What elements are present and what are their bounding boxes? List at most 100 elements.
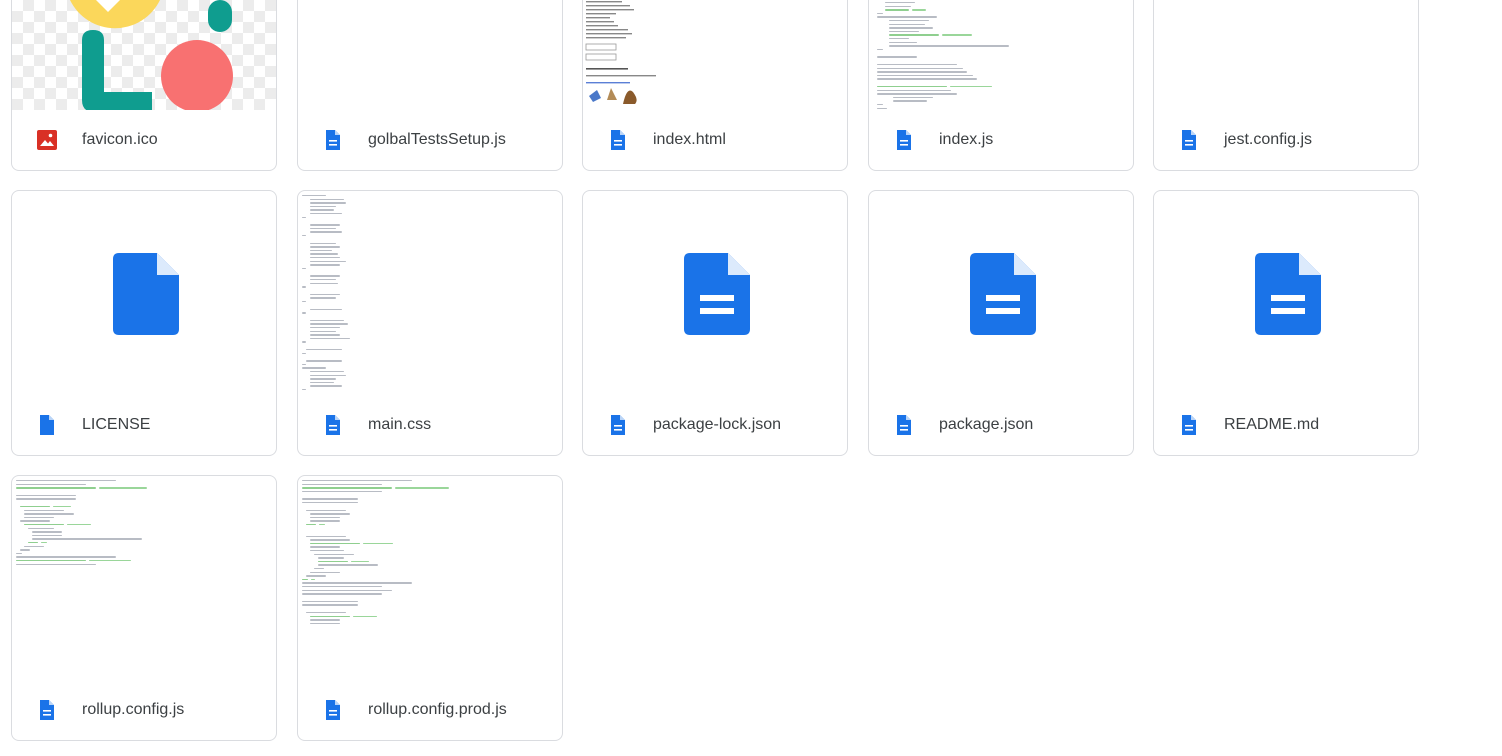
code-line (310, 323, 348, 325)
document-icon (611, 415, 625, 435)
code-line (310, 385, 342, 387)
file-name: LICENSE (82, 416, 151, 433)
code-line (302, 490, 382, 493)
code-line (16, 494, 76, 497)
file-card-readme[interactable]: README.md (1153, 190, 1419, 456)
document-icon (1182, 415, 1196, 435)
code-line (310, 293, 340, 296)
file-card-favicon[interactable]: favicon.ico (11, 0, 277, 171)
code-line-string (53, 506, 71, 508)
file-card-package-json[interactable]: package.json (868, 190, 1134, 456)
code-line (310, 622, 340, 625)
file-card-rollup-config[interactable]: rollup.config.js (11, 475, 277, 741)
file-card-package-lock[interactable]: package-lock.json (582, 190, 848, 456)
code-line (877, 48, 883, 51)
code-line (302, 578, 308, 581)
code-line (302, 502, 358, 504)
file-card-golbaltestssetup[interactable]: golbalTestsSetup.js (297, 0, 563, 171)
code-line (310, 264, 340, 266)
code-line (302, 267, 306, 270)
code-line (302, 367, 326, 369)
code-line-string (363, 542, 393, 545)
file-name: favicon.ico (82, 131, 158, 148)
file-thumbnail (298, 476, 562, 681)
code-line (302, 216, 306, 218)
code-line (302, 312, 306, 314)
generic-file-icon (113, 253, 179, 335)
code-line (877, 89, 951, 91)
file-name: golbalTestsSetup.js (368, 131, 506, 148)
file-card-rollup-config-prod[interactable]: rollup.config.prod.js (297, 475, 563, 741)
code-line (877, 16, 937, 18)
code-line (302, 593, 382, 595)
code-line (310, 571, 340, 573)
code-line (877, 93, 957, 95)
code-line (310, 330, 336, 332)
code-line (889, 23, 925, 25)
code-line-string (319, 524, 325, 526)
file-card-index-html[interactable]: index.html (582, 0, 848, 171)
code-line (310, 539, 350, 541)
code-line (24, 509, 64, 511)
code-line (310, 282, 338, 284)
document-icon (611, 130, 625, 150)
code-line (310, 242, 336, 244)
code-line (310, 205, 336, 208)
file-thumbnail (12, 191, 276, 396)
code-line (306, 575, 326, 577)
code-line-string (351, 560, 369, 563)
generic-doc-icon (970, 253, 1036, 335)
code-line (889, 38, 909, 40)
code-line (885, 9, 909, 11)
document-icon (1182, 130, 1196, 150)
code-line-string (950, 86, 992, 88)
generic-doc-icon (684, 253, 750, 335)
code-line (310, 546, 340, 548)
code-line (310, 297, 336, 299)
file-card-main-css[interactable]: main.css (297, 190, 563, 456)
code-line (310, 371, 344, 373)
code-line-string (89, 560, 131, 562)
document-icon (40, 700, 54, 720)
file-name: README.md (1224, 416, 1320, 433)
code-line (310, 319, 344, 322)
document-icon (897, 130, 911, 150)
code-line (302, 586, 382, 588)
code-line (28, 527, 54, 529)
code-line (16, 552, 22, 555)
code-line (310, 257, 340, 259)
code-line-string (942, 34, 972, 36)
file-name: index.html (653, 131, 726, 148)
file-name: rollup.config.js (82, 701, 185, 718)
code-line (318, 557, 344, 559)
code-line (889, 20, 929, 22)
code-line (310, 334, 340, 336)
code-line (302, 389, 306, 391)
file-card-index-js[interactable]: index.js (868, 0, 1134, 171)
code-line (310, 327, 340, 329)
file-name: package-lock.json (653, 416, 782, 433)
code-line (310, 253, 338, 255)
code-line (310, 224, 340, 226)
code-line (310, 513, 350, 515)
code-line (24, 545, 44, 547)
file-thumbnail (1154, 191, 1418, 396)
code-line (306, 612, 346, 614)
code-line (877, 74, 973, 77)
code-line (877, 86, 947, 88)
code-line (24, 513, 74, 515)
code-line (885, 5, 911, 7)
code-line (310, 542, 360, 545)
code-line (306, 535, 346, 537)
file-card-license[interactable]: LICENSE (11, 190, 277, 456)
code-line (893, 96, 933, 99)
file-card-jest-config[interactable]: jest.config.js (1153, 0, 1419, 171)
file-thumbnail (1154, 0, 1418, 110)
code-line (877, 71, 967, 73)
code-line (302, 498, 358, 500)
file-thumbnail (298, 191, 562, 396)
code-line (318, 560, 348, 563)
code-line (16, 487, 96, 489)
code-line (889, 34, 939, 36)
code-line (877, 104, 883, 106)
